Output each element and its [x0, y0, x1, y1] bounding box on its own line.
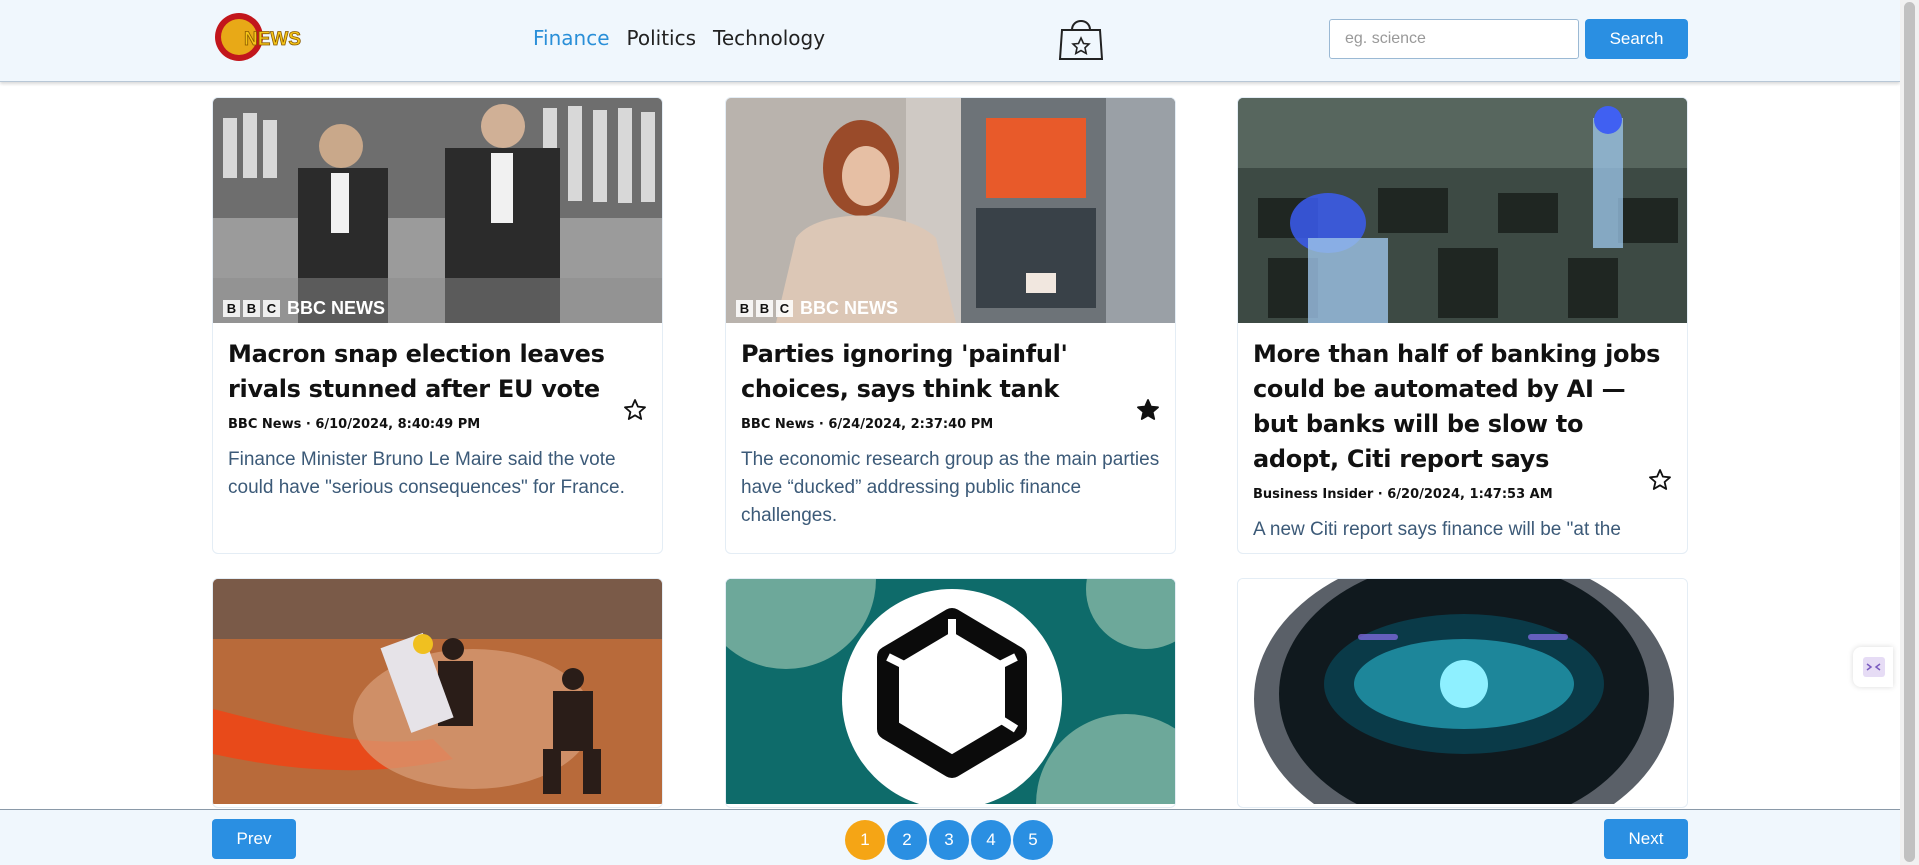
page-button-4[interactable]: 4	[971, 820, 1011, 860]
main-nav: Finance Politics Technology	[533, 26, 825, 50]
star-outline-icon[interactable]	[623, 398, 647, 422]
svg-text:NEWS: NEWS	[244, 29, 301, 50]
page-numbers: 1 2 3 4 5	[845, 820, 1053, 860]
article-title[interactable]: More than half of banking jobs could be …	[1253, 337, 1672, 477]
article-card[interactable]: More than half of banking jobs could be …	[1237, 97, 1688, 554]
bbc-news-watermark: B B C BBC NEWS	[223, 298, 385, 319]
article-body: More than half of banking jobs could be …	[1238, 323, 1687, 544]
article-image[interactable]	[1238, 98, 1687, 323]
search-input[interactable]	[1329, 19, 1579, 59]
search-button[interactable]: Search	[1585, 19, 1688, 59]
article-meta: Business Insider · 6/20/2024, 1:47:53 AM	[1253, 487, 1553, 502]
article-image[interactable]	[1238, 579, 1687, 804]
nav-politics[interactable]: Politics	[627, 26, 697, 50]
star-filled-icon[interactable]	[1136, 398, 1160, 422]
star-outline-icon[interactable]	[1648, 468, 1672, 492]
header: NEWS Finance Politics Technology Search	[0, 0, 1900, 82]
shopping-bag-star-icon[interactable]	[1058, 14, 1104, 62]
article-title[interactable]: Macron snap election leaves rivals stunn…	[228, 337, 647, 407]
nav-finance[interactable]: Finance	[533, 26, 610, 50]
page-button-3[interactable]: 3	[929, 820, 969, 860]
scrollbar-thumb[interactable]	[1904, 2, 1915, 862]
article-image[interactable]: B B C BBC NEWS	[726, 98, 1175, 323]
article-meta: BBC News · 6/24/2024, 2:37:40 PM	[741, 417, 994, 432]
article-card[interactable]	[1237, 578, 1688, 808]
article-card[interactable]: B B C BBC NEWS Parties ignoring 'painful' c…	[725, 97, 1176, 554]
article-card[interactable]: B B C BBC NEWS Macron snap election leaves …	[212, 97, 663, 554]
article-body: Macron snap election leaves rivals stunn…	[213, 323, 662, 502]
article-description: The economic research group as the main …	[741, 449, 1160, 526]
article-card[interactable]	[212, 578, 663, 808]
article-description: Finance Minister Bruno Le Maire said the…	[228, 449, 625, 498]
pagination-bar: Prev 1 2 3 4 5 Next	[0, 809, 1900, 865]
next-button[interactable]: Next	[1604, 819, 1688, 859]
article-description: A new Citi report says finance will be "…	[1253, 519, 1621, 540]
bbc-news-watermark: B B C BBC NEWS	[736, 298, 898, 319]
article-image[interactable]	[213, 579, 662, 804]
article-image[interactable]: B B C BBC NEWS	[213, 98, 662, 323]
assistant-icon	[1863, 657, 1885, 677]
nav-technology[interactable]: Technology	[713, 26, 825, 50]
page-button-1[interactable]: 1	[845, 820, 885, 860]
side-assistant-widget[interactable]	[1853, 647, 1893, 687]
prev-button[interactable]: Prev	[212, 819, 296, 859]
article-card[interactable]	[725, 578, 1176, 808]
page-button-2[interactable]: 2	[887, 820, 927, 860]
page-button-5[interactable]: 5	[1013, 820, 1053, 860]
article-meta: BBC News · 6/10/2024, 8:40:49 PM	[228, 417, 481, 432]
news-logo[interactable]: NEWS	[214, 12, 310, 62]
page-scrollbar[interactable]	[1900, 0, 1919, 865]
article-image[interactable]	[726, 579, 1175, 804]
article-body: Parties ignoring 'painful' choices, says…	[726, 323, 1175, 530]
article-title[interactable]: Parties ignoring 'painful' choices, says…	[741, 337, 1160, 407]
